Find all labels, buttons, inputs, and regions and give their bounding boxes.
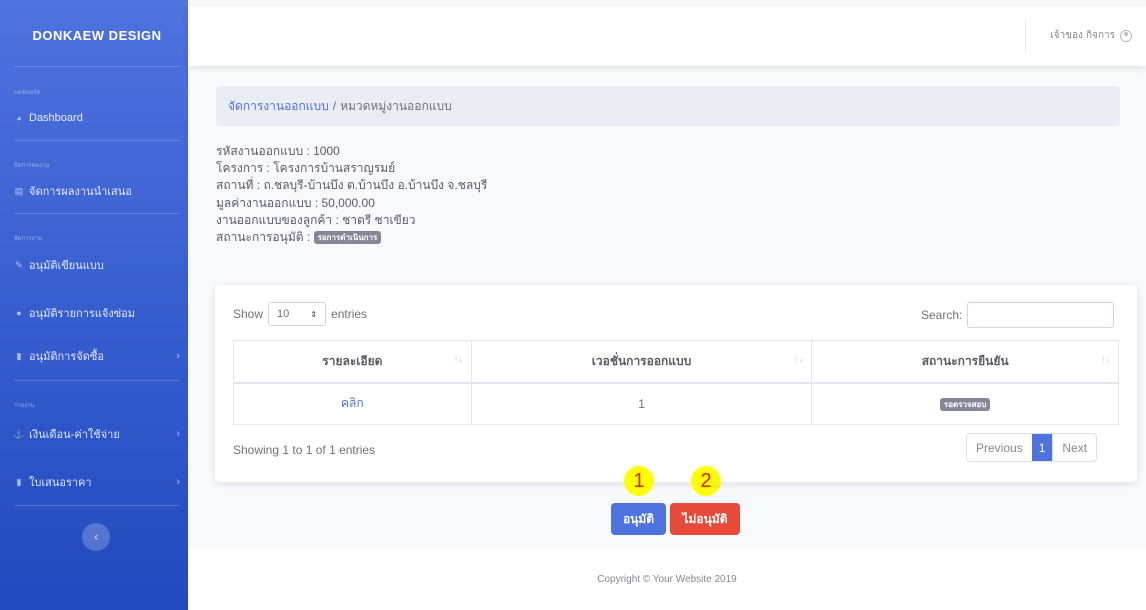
sidebar-toggle-button[interactable]: ‹ bbox=[82, 523, 110, 551]
breadcrumb-current: หมวดหมู่งานออกแบบ bbox=[340, 98, 452, 113]
chevron-left-icon: ‹ bbox=[93, 530, 99, 544]
sidebar-heading-dashboard: แดชบอร์ด bbox=[14, 90, 41, 96]
breadcrumb: จัดการงานออกแบบ / หมวดหมู่งานออกแบบ bbox=[216, 86, 1120, 126]
column-header-detail[interactable]: รายละเอียด ↑↓ bbox=[233, 340, 472, 384]
versions-card: Show 10 ⇕ entries Search: รายละเอียด ↑↓ เ… bbox=[215, 285, 1137, 482]
status-badge: รอตรวจสอบ bbox=[939, 397, 991, 411]
chevron-right-icon: › bbox=[176, 350, 180, 362]
entries-length: Show 10 ⇕ entries bbox=[233, 302, 367, 326]
chevron-right-icon: › bbox=[176, 428, 180, 440]
sort-icon: ↑↓ bbox=[453, 354, 463, 364]
entries-value: 10 bbox=[277, 308, 290, 320]
table-row: คลิก 1 รอตรวจสอบ bbox=[233, 382, 1119, 425]
file-icon: ▮ bbox=[16, 350, 22, 361]
sidebar-item-approve-purchase[interactable]: ▮ อนุมัติการจัดซื้อ › bbox=[14, 346, 180, 366]
user-menu[interactable]: เจ้าของ กิจการ bbox=[1050, 28, 1132, 43]
sidebar-item-label: Dashboard bbox=[29, 112, 83, 124]
pencil-icon: ✎ bbox=[15, 259, 23, 270]
info-design-code: รหัสงานออกแบบ : 1000 bbox=[216, 144, 340, 158]
info-location: สถานที่ : ถ.ชลบุรี-บ้านบึง ต.บ้านบึง อ.บ… bbox=[216, 178, 488, 193]
approve-button[interactable]: อนุมัติ bbox=[611, 503, 666, 535]
cell-version: 1 bbox=[470, 382, 813, 425]
versions-table: รายละเอียด ↑↓ เวอชั่นการออกแบบ ↑↓ สถานะการ… bbox=[233, 340, 1119, 425]
select-caret-icon: ⇕ bbox=[310, 309, 318, 319]
sidebar-divider bbox=[14, 213, 180, 214]
sidebar-item-label: อนุมัติรายการแจ้งซ่อม bbox=[29, 308, 136, 320]
cell-detail: คลิก bbox=[233, 382, 472, 425]
breadcrumb-separator: / bbox=[332, 99, 337, 113]
detail-link[interactable]: คลิก bbox=[341, 396, 364, 410]
sidebar-divider bbox=[14, 380, 180, 381]
sidebar-divider bbox=[14, 505, 180, 506]
sidebar-item-salary[interactable]: ⚓ เงินเดือน-ค่าใช้จ่าย › bbox=[13, 424, 180, 444]
entries-select[interactable]: 10 ⇕ bbox=[268, 302, 327, 326]
breadcrumb-link[interactable]: จัดการงานออกแบบ bbox=[228, 97, 329, 116]
sidebar-item-label: อนุมัติเขียนแบบ bbox=[29, 260, 104, 272]
info-status-label: สถานะการอนุมัติ : bbox=[216, 230, 311, 245]
topbar-divider bbox=[1025, 20, 1026, 52]
search-label: Search: bbox=[921, 308, 963, 322]
sidebar-heading-tasks: จัดการงาน bbox=[14, 236, 43, 242]
sidebar-item-dashboard[interactable]: ◕ Dashboard bbox=[14, 108, 180, 128]
table-summary: Showing 1 to 1 of 1 entries bbox=[233, 443, 376, 457]
sidebar-item-portfolio[interactable]: ▤ จัดการผลงานนำเสนอ bbox=[14, 181, 180, 201]
brand-logo[interactable]: DONKAEW DESIGN bbox=[6, 6, 188, 64]
sort-icon: ↑↓ bbox=[794, 354, 804, 364]
search-input[interactable] bbox=[967, 302, 1115, 328]
sidebar-item-approve-repair[interactable]: ● อนุมัติรายการแจ้งซ่อม bbox=[14, 303, 180, 323]
pagination-page[interactable]: 1 bbox=[1031, 434, 1053, 461]
footer: Copyright © Your Website 2019 bbox=[188, 548, 1146, 610]
design-info: รหัสงานออกแบบ : 1000 โครงการ : โครงการบ้… bbox=[216, 143, 487, 246]
file-icon: ▮ bbox=[16, 476, 22, 487]
table-search: Search: bbox=[921, 302, 1115, 328]
table-icon: ▤ bbox=[14, 185, 24, 196]
entries-label: entries bbox=[331, 307, 368, 321]
cell-status: รอตรวจสอบ bbox=[811, 382, 1119, 425]
table-header-row: รายละเอียด ↑↓ เวอชั่นการออกแบบ ↑↓ สถานะการ… bbox=[233, 340, 1119, 384]
sidebar-item-label: ใบเสนอราคา bbox=[29, 477, 92, 489]
sidebar-heading-reports: รายงาน bbox=[14, 403, 35, 409]
annotation-marker-1: 1 bbox=[624, 466, 654, 496]
sidebar-item-quotation[interactable]: ▮ ใบเสนอราคา › bbox=[14, 472, 180, 492]
topbar: เจ้าของ กิจการ bbox=[188, 6, 1146, 66]
column-header-status[interactable]: สถานะการยืนยัน ↑↓ bbox=[811, 340, 1119, 384]
pagination: Previous 1 Next bbox=[966, 433, 1098, 462]
copyright-text: Copyright © Your Website 2019 bbox=[597, 573, 737, 585]
chevron-right-icon: › bbox=[176, 476, 180, 488]
sort-icon: ↑↓ bbox=[1101, 354, 1110, 364]
sidebar-item-label: จัดการผลงานนำเสนอ bbox=[29, 186, 132, 198]
column-header-version[interactable]: เวอชั่นการออกแบบ ↑↓ bbox=[470, 340, 813, 384]
info-customer: งานออกแบบของลูกค้า : ชาตรี ชาเขียว bbox=[216, 212, 416, 227]
pagination-next[interactable]: Next bbox=[1052, 434, 1096, 461]
sidebar-divider bbox=[14, 140, 180, 141]
pagination-previous[interactable]: Previous bbox=[967, 434, 1032, 461]
annotation-marker-2: 2 bbox=[691, 466, 721, 496]
sidebar-heading-portfolio: จัดการผลงาน bbox=[14, 163, 50, 169]
show-label: Show bbox=[233, 307, 264, 321]
sidebar-item-label: เงินเดือน-ค่าใช้จ่าย bbox=[29, 429, 120, 441]
chat-icon: ● bbox=[16, 308, 22, 318]
money-icon: ⚓ bbox=[13, 428, 25, 439]
sidebar-item-approve-drawing[interactable]: ✎ อนุมัติเขียนแบบ bbox=[14, 255, 180, 275]
sidebar: DONKAEW DESIGN แดชบอร์ด ◕ Dashboard จัดก… bbox=[0, 0, 188, 610]
user-avatar-icon bbox=[1120, 29, 1132, 42]
sidebar-divider bbox=[14, 66, 180, 67]
sidebar-item-label: อนุมัติการจัดซื้อ bbox=[29, 351, 104, 363]
info-value: มูลค่างานออกแบบ : 50,000.00 bbox=[216, 195, 375, 210]
info-project: โครงการ : โครงการบ้านสราญรมย์ bbox=[216, 161, 396, 176]
status-badge: รอการดำเนินการ bbox=[313, 231, 382, 245]
reject-button[interactable]: ไม่อนุมัติ bbox=[670, 503, 740, 535]
dashboard-icon: ◕ bbox=[16, 113, 22, 123]
info-status: สถานะการอนุมัติ : รอการดำเนินการ bbox=[216, 229, 487, 246]
user-name: เจ้าของ กิจการ bbox=[1050, 30, 1115, 41]
